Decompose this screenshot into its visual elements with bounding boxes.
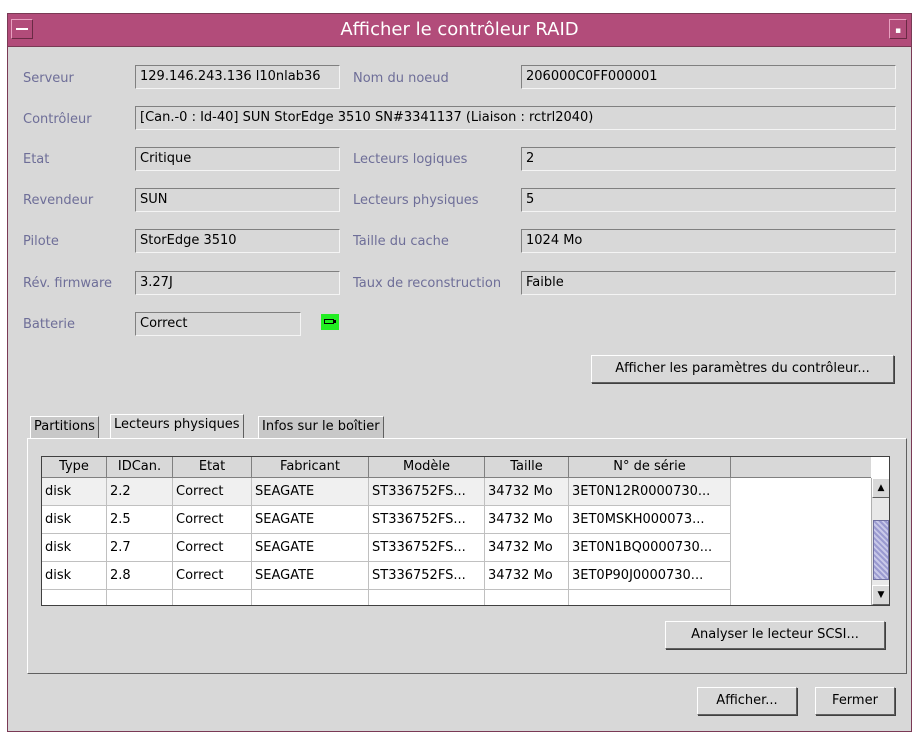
table-cell[interactable]: ST336752FS... xyxy=(369,562,485,590)
battery-icon xyxy=(321,314,339,330)
lecteurs-physiques-field: 5 xyxy=(521,188,896,212)
table-cell[interactable] xyxy=(42,590,107,605)
table-cell[interactable]: 2.7 xyxy=(107,534,173,562)
column-header-fabricant[interactable]: Fabricant xyxy=(252,457,369,478)
table-cell[interactable]: 2.2 xyxy=(107,478,173,506)
table-cell[interactable]: ST336752FS... xyxy=(369,534,485,562)
etat-field: Critique xyxy=(135,147,340,171)
table-cell[interactable] xyxy=(369,590,485,605)
table-cell[interactable]: disk xyxy=(42,534,107,562)
table-cell[interactable]: ST336752FS... xyxy=(369,478,485,506)
table-cell[interactable]: disk xyxy=(42,562,107,590)
column-header-taille[interactable]: Taille xyxy=(485,457,569,478)
table-cell[interactable]: 34732 Mo xyxy=(485,478,569,506)
table-cell[interactable]: disk xyxy=(42,478,107,506)
column-header-filler xyxy=(731,457,871,478)
table-cell[interactable]: SEAGATE xyxy=(252,534,369,562)
table-cell[interactable]: 3ET0MSKH000073... xyxy=(569,506,731,534)
title-bar[interactable]: Afficher le contrôleur RAID ▪ xyxy=(8,14,911,47)
scroll-up-button[interactable]: ▲ xyxy=(872,478,889,498)
window-maximize-button[interactable]: ▪ xyxy=(889,19,907,39)
table-cell[interactable]: SEAGATE xyxy=(252,478,369,506)
column-header-modele[interactable]: Modèle xyxy=(369,457,485,478)
show-controller-parameters-button[interactable]: Afficher les paramètres du contrôleur... xyxy=(591,355,894,383)
column-header-etat[interactable]: Etat xyxy=(173,457,252,478)
window-title: Afficher le contrôleur RAID xyxy=(340,19,579,40)
table-cell[interactable]: SEAGATE xyxy=(252,506,369,534)
controleur-label: Contrôleur xyxy=(23,112,92,127)
lecteurs-logiques-field: 2 xyxy=(521,147,896,171)
afficher-button[interactable]: Afficher... xyxy=(697,687,797,715)
taille-cache-field: 1024 Mo xyxy=(521,229,896,253)
batterie-field: Correct xyxy=(135,312,301,336)
table-cell[interactable]: 34732 Mo xyxy=(485,562,569,590)
table-cell[interactable]: disk xyxy=(42,506,107,534)
table-cell[interactable] xyxy=(252,590,369,605)
nom-noeud-label: Nom du noeud xyxy=(353,71,449,86)
revendeur-field: SUN xyxy=(135,188,340,212)
tab-partitions[interactable]: Partitions xyxy=(30,416,99,438)
taux-reconstruction-field: Faible xyxy=(521,271,896,295)
scroll-down-button[interactable]: ▼ xyxy=(872,585,889,605)
rev-firmware-field: 3.27J xyxy=(135,271,340,295)
table-cell[interactable]: 3ET0N12R0000730... xyxy=(569,478,731,506)
pilote-label: Pilote xyxy=(23,234,59,249)
lecteurs-logiques-label: Lecteurs logiques xyxy=(353,152,468,167)
table-cell[interactable]: Correct xyxy=(173,506,252,534)
batterie-label: Batterie xyxy=(23,317,76,332)
raid-controller-window: Afficher le contrôleur RAID ▪ Serveur 12… xyxy=(7,13,912,732)
column-header-numero-serie[interactable]: N° de série xyxy=(569,457,731,478)
table-cell[interactable]: 2.8 xyxy=(107,562,173,590)
pilote-field: StorEdge 3510 xyxy=(135,229,340,253)
table-scrollbar[interactable]: ▲ ▼ xyxy=(871,478,889,605)
serveur-label: Serveur xyxy=(23,71,74,86)
physical-drives-table[interactable]: Type IDCan. Etat Fabricant Modèle Taille… xyxy=(41,456,890,606)
controleur-field: [Can.-0 : Id-40] SUN StorEdge 3510 SN#33… xyxy=(135,106,896,130)
analyze-scsi-drive-button[interactable]: Analyser le lecteur SCSI... xyxy=(665,621,885,649)
taille-cache-label: Taille du cache xyxy=(353,234,449,249)
table-cell[interactable]: Correct xyxy=(173,534,252,562)
rev-firmware-label: Rév. firmware xyxy=(23,276,113,291)
table-cell[interactable]: Correct xyxy=(173,562,252,590)
tab-infos-boitier[interactable]: Infos sur le boîtier xyxy=(258,416,384,438)
scroll-thumb[interactable] xyxy=(873,520,889,580)
table-cell[interactable] xyxy=(173,590,252,605)
table-cell[interactable]: 3ET0N1BQ0000730... xyxy=(569,534,731,562)
table-cell[interactable] xyxy=(569,590,731,605)
table-cell[interactable]: 34732 Mo xyxy=(485,534,569,562)
table-cell[interactable]: ST336752FS... xyxy=(369,506,485,534)
table-cell[interactable]: Correct xyxy=(173,478,252,506)
tab-lecteurs-physiques[interactable]: Lecteurs physiques xyxy=(110,414,244,439)
table-cell[interactable] xyxy=(107,590,173,605)
table-cell[interactable] xyxy=(485,590,569,605)
serveur-field: 129.146.243.136 l10nlab36 xyxy=(135,65,340,89)
column-header-idcan[interactable]: IDCan. xyxy=(107,457,173,478)
table-cell[interactable]: 2.5 xyxy=(107,506,173,534)
table-cell[interactable]: SEAGATE xyxy=(252,562,369,590)
revendeur-label: Revendeur xyxy=(23,193,94,208)
etat-label: Etat xyxy=(23,152,50,167)
column-header-type[interactable]: Type xyxy=(42,457,107,478)
table-cell[interactable]: 34732 Mo xyxy=(485,506,569,534)
table-cell[interactable]: 3ET0P90J0000730... xyxy=(569,562,731,590)
lecteurs-physiques-label: Lecteurs physiques xyxy=(353,193,479,208)
taux-reconstruction-label: Taux de reconstruction xyxy=(353,276,502,291)
fermer-button[interactable]: Fermer xyxy=(815,687,895,715)
nom-noeud-field: 206000C0FF000001 xyxy=(521,65,896,89)
